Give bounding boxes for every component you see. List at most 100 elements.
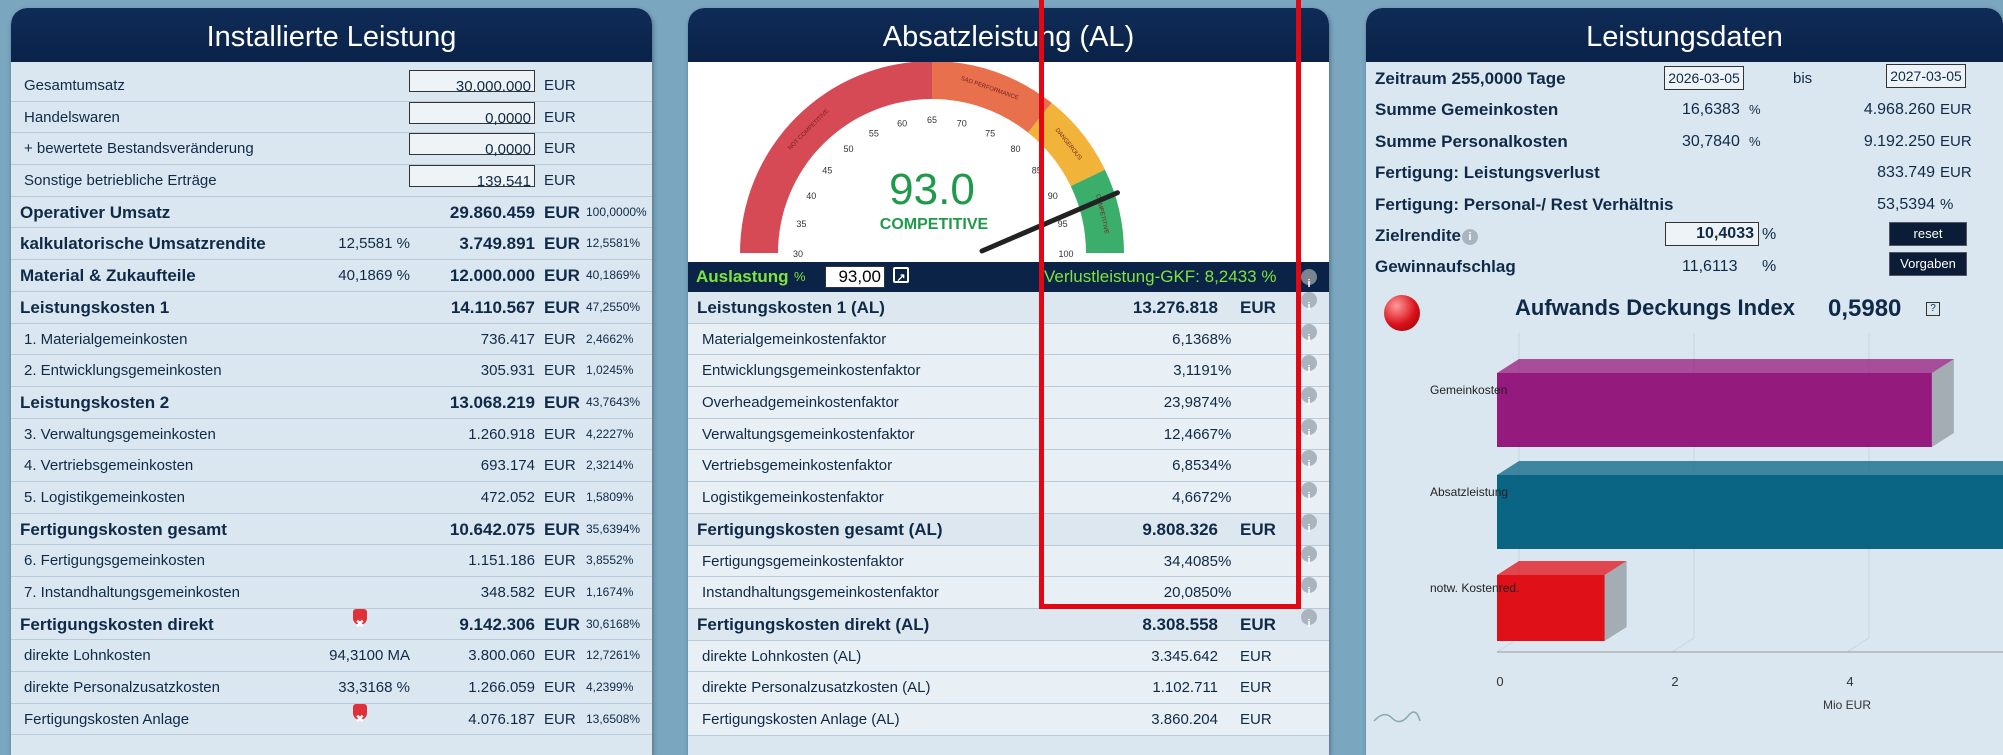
row-unit: EUR: [544, 457, 576, 475]
row-unit: EUR: [544, 297, 580, 317]
zeitraum-label: Zeitraum 255,0000 Tage: [1375, 69, 1566, 88]
row-unit: EUR: [1940, 133, 1972, 150]
row-label: Fertigungskosten gesamt (AL): [697, 519, 943, 539]
info-icon[interactable]: i: [1301, 577, 1317, 598]
info-icon[interactable]: i: [1301, 513, 1317, 535]
row-label: Fertigungskosten gesamt: [20, 519, 227, 539]
row-percent: 30,6168%: [586, 616, 641, 631]
table-row: 5. Logistikgemeinkosten 472.052 EUR 1,5809%: [11, 482, 652, 514]
table-row: direkte Lohnkosten (AL) 3.345.642 EUR: [688, 640, 1329, 673]
row-unit: EUR: [544, 234, 580, 254]
row-value: 736.417: [480, 330, 535, 348]
info-icon[interactable]: i: [1301, 545, 1317, 567]
row-label: 1. Materialgemeinkosten: [24, 330, 188, 348]
row-label: Fertigungskosten direkt (AL): [697, 614, 930, 634]
row-extra: 12,5581 %: [338, 235, 410, 253]
table-row: Material & Zukaufteile 12.000.000 40,1869 …: [11, 260, 652, 292]
row-percent: 2,4662%: [586, 331, 634, 346]
gauge-tick-label: 40: [806, 191, 816, 201]
row-label: Fertigung: Personal-/ Rest Verhältnis: [1375, 195, 1674, 214]
x-axis-label: Mio EUR: [1823, 698, 1871, 712]
status-ball-icon: [1384, 295, 1420, 331]
row-label: Fertigungskosten Anlage (AL): [702, 710, 900, 728]
info-icon[interactable]: i: [1301, 355, 1317, 376]
row-unit: EUR: [1240, 710, 1272, 728]
row-extra: 33,3168 %: [338, 679, 410, 697]
bar-top: [1497, 561, 1627, 575]
help-icon[interactable]: ?: [1926, 302, 1940, 316]
info-icon[interactable]: i: [1462, 229, 1478, 245]
sparkline-icon: [1373, 711, 1421, 723]
row-value: 348.582: [480, 584, 535, 601]
row-unit: EUR: [544, 172, 576, 190]
row-label: Handelswaren: [24, 108, 120, 126]
gewinn-value: 11,6113: [1682, 258, 1738, 275]
zielrendite-input[interactable]: 10,4033: [1665, 222, 1759, 246]
row-unit: EUR: [544, 488, 576, 506]
gauge-value: 93.0: [889, 165, 975, 214]
row-unit: EUR: [544, 519, 580, 539]
row-label: Material & Zukaufteile: [20, 266, 196, 286]
table-row: + bewertete Bestandsveränderung 0,0000 EUR: [11, 133, 652, 166]
info-icon[interactable]: i: [1301, 323, 1317, 345]
row-percent: 47,2550%: [586, 299, 641, 314]
row-percent: 13,6508%: [586, 711, 641, 726]
table-row: direkte Lohnkosten 3.800.060 94,3100 MA EUR…: [11, 640, 652, 673]
warning-shield-icon: ✖: [353, 608, 367, 630]
value-input[interactable]: 30.000.000: [409, 70, 535, 95]
table-row: Leistungskosten 2 13.068.219 EUR 43,7643%: [11, 387, 652, 419]
row-unit: EUR: [1240, 614, 1276, 634]
row-label: direkte Personalzusatzkosten (AL): [702, 679, 931, 697]
row-value: 693.174: [480, 457, 535, 475]
row-label: Verwaltungsgemeinkostenfaktor: [702, 425, 915, 443]
info-icon[interactable]: i: [1301, 269, 1317, 290]
info-icon[interactable]: i: [1301, 482, 1317, 503]
row-unit: EUR: [544, 584, 576, 601]
reset-button[interactable]: reset: [1889, 222, 1967, 246]
external-link-icon[interactable]: ↗: [893, 267, 909, 284]
row-value: 3.749.891: [459, 234, 535, 254]
row-unit: EUR: [544, 679, 576, 697]
info-icon[interactable]: i: [1301, 292, 1317, 313]
row-percent-unit: %: [1749, 102, 1761, 117]
row-value: 9.142.306: [459, 614, 535, 634]
row-value: 13.068.219: [449, 392, 535, 412]
row-label: Materialgemeinkostenfaktor: [702, 330, 887, 348]
vorgaben-button[interactable]: Vorgaben: [1889, 252, 1967, 276]
row-unit: EUR: [544, 552, 576, 570]
date-from-input[interactable]: 2026-03-05: [1664, 66, 1744, 90]
info-icon[interactable]: i: [1301, 418, 1317, 440]
row-unit: EUR: [1240, 679, 1272, 697]
value-input[interactable]: 0,0000: [409, 133, 535, 158]
row-label: Fertigungsgemeinkostenfaktor: [702, 552, 904, 570]
info-icon[interactable]: i: [1301, 608, 1317, 630]
info-icon[interactable]: i: [1301, 450, 1317, 471]
table-row: Gesamtumsatz 30.000.000 EUR: [11, 70, 652, 102]
row-label: kalkulatorische Umsatzrendite: [20, 234, 266, 254]
row-value: 29.860.459: [449, 202, 535, 222]
row-percent: 4,2399%: [586, 680, 634, 695]
row-value: 53,5394: [1877, 196, 1935, 213]
row-percent: 12,7261%: [586, 648, 641, 663]
row-label: 7. Instandhaltungsgemeinkosten: [24, 584, 240, 601]
x-tick-label: 0: [1496, 674, 1503, 689]
row-label: Entwicklungsgemeinkostenfaktor: [702, 362, 921, 380]
gewinn-label: Gewinnaufschlag: [1375, 257, 1516, 276]
auslastung-input[interactable]: 93,00: [825, 266, 885, 288]
panel-title: Leistungsdaten: [1366, 8, 2003, 62]
table-row: 2. Entwicklungsgemeinkosten 305.931 EUR 1,0…: [11, 355, 652, 387]
date-to-input[interactable]: 2027-03-05: [1886, 64, 1966, 88]
value-input[interactable]: 0,0000: [409, 101, 535, 127]
row-percent: 35,6394%: [586, 521, 641, 536]
table-row: 6. Fertigungsgemeinkosten 1.151.186 EUR 3,8…: [11, 545, 652, 577]
info-icon[interactable]: i: [1301, 387, 1317, 408]
table-row: Operativer Umsatz 29.860.459 EUR 100,0000%: [11, 197, 652, 229]
row-percent: 12,5581%: [586, 236, 641, 251]
row-value: 8.308.558: [1142, 614, 1218, 634]
row-percent: 1,5809%: [586, 489, 634, 504]
table-row: Fertigungskosten Anlage (AL) 3.860.204 EUR: [688, 703, 1329, 736]
row-unit: %: [1940, 196, 1954, 213]
x-tick-label: 2: [1671, 674, 1678, 689]
row-value: 4.076.187: [468, 710, 535, 728]
value-input[interactable]: 139.541: [409, 165, 535, 190]
